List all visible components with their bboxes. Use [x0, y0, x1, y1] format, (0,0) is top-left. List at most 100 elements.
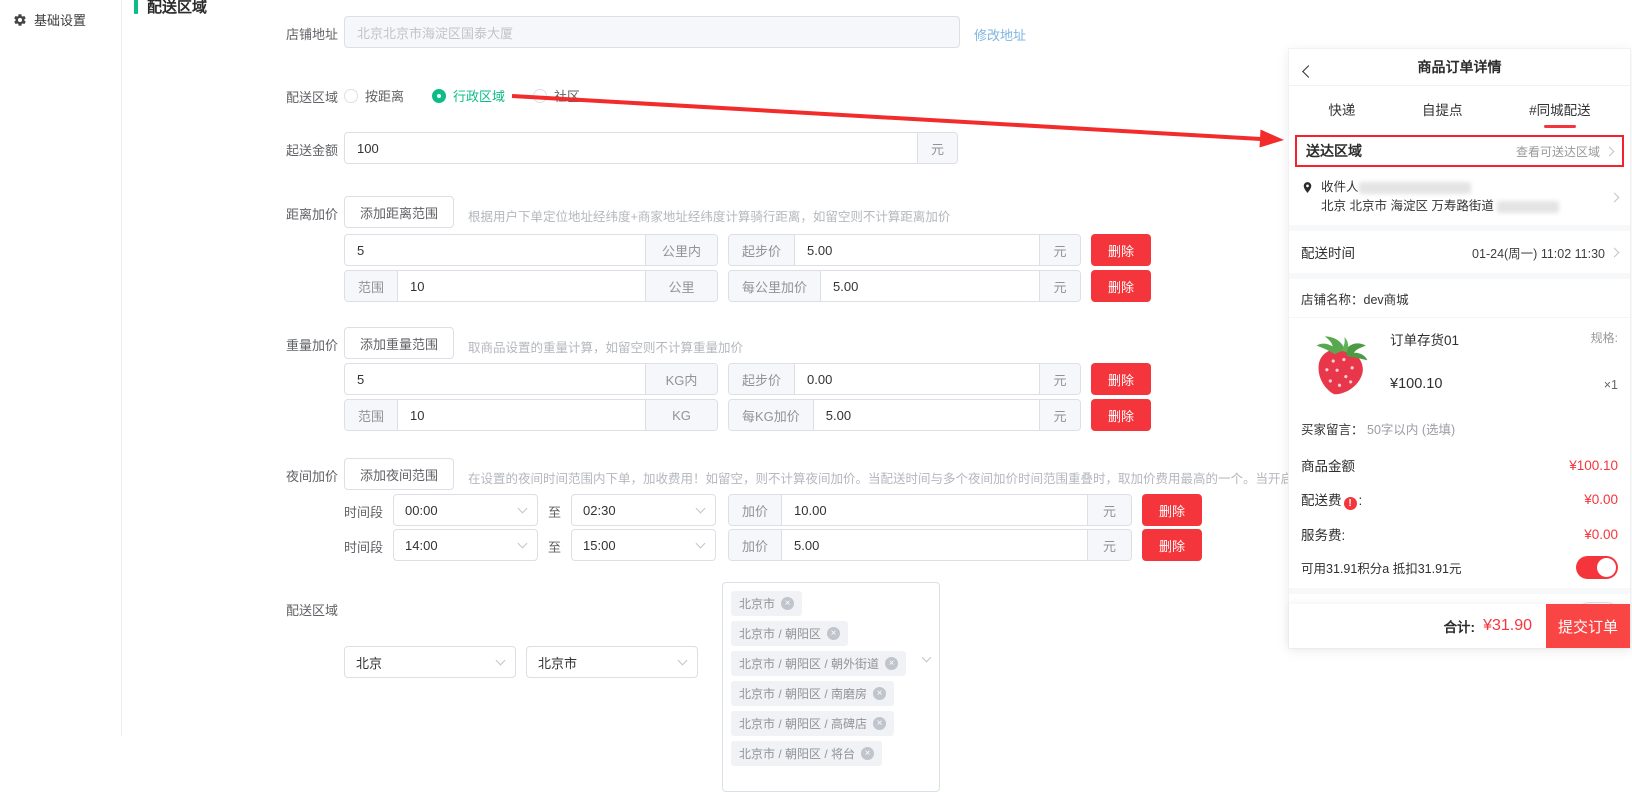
unit-yuan: 元 [1087, 530, 1131, 560]
goods-amount-label: 商品金额 [1301, 455, 1355, 475]
chevron-down-icon [696, 504, 706, 514]
delete-button[interactable]: 删除 [1142, 494, 1202, 526]
sidebar-item-basic-settings[interactable]: 基础设置 [0, 0, 121, 29]
delivery-fee-value: ¥0.00 [1584, 492, 1618, 507]
points-toggle[interactable] [1576, 556, 1618, 579]
tab-local-delivery[interactable]: #同城配送 [1527, 94, 1593, 124]
time-to-select[interactable]: 15:00 [571, 529, 716, 561]
night-header-row: 夜间加价 添加夜间范围 在设置的夜间时间范围内下单，加收费用！如留空，则不计算夜… [286, 458, 1368, 490]
weight-row: 范围 KG 每KG加价 元 删除 [344, 399, 1151, 431]
add-weight-range-button[interactable]: 添加重量范围 [344, 327, 454, 359]
unit-yuan: 元 [1039, 400, 1080, 430]
markup-label: 加价 [729, 495, 782, 525]
circle-close-icon[interactable]: × [873, 687, 886, 700]
base-price-input[interactable] [795, 364, 1039, 394]
province-select[interactable]: 北京 [344, 646, 516, 678]
distance-row: 公里内 起步价 元 删除 [344, 234, 1151, 266]
edit-address-link[interactable]: 修改地址 [974, 16, 1026, 44]
chevron-down-icon [518, 539, 528, 549]
shop-address-input[interactable] [345, 17, 959, 47]
delivery-fee-label: 配送费 [1301, 493, 1342, 508]
add-night-range-button[interactable]: 添加夜间范围 [344, 458, 454, 490]
city-select[interactable]: 北京市 [526, 646, 698, 678]
preview-header: 商品订单详情 [1289, 49, 1630, 86]
circle-close-icon[interactable]: × [781, 597, 794, 610]
product-row[interactable]: 订单存货01 ¥100.10 规格: ×1 [1289, 318, 1630, 413]
night-price-input[interactable] [782, 530, 1087, 560]
distance-range-input[interactable] [345, 235, 645, 265]
region-tag: 北京市 / 朝阳区 / 南磨房× [731, 681, 894, 706]
weight-range-input[interactable] [398, 400, 645, 430]
chevron-down-icon [696, 539, 706, 549]
radio-by-distance[interactable]: 按距离 [344, 80, 404, 105]
weight-header-row: 重量加价 添加重量范围 取商品设置的重量计算，如留空则不计算重量加价 [286, 327, 743, 359]
night-hint: 在设置的夜间时间范围内下单，加收费用！如留空，则不计算夜间加价。当配送时间与多个… [468, 458, 1368, 487]
delete-button[interactable]: 删除 [1091, 270, 1151, 302]
redacted-name [1359, 182, 1471, 194]
redacted-address [1497, 201, 1559, 213]
time-from-select[interactable]: 14:00 [393, 529, 538, 561]
to-word: 至 [548, 529, 561, 556]
delivery-fee-row: 配送费!: ¥0.00 [1289, 482, 1630, 517]
unit-yuan: 元 [1087, 495, 1131, 525]
sidebar: 基础设置 [0, 0, 122, 736]
weight-range-input[interactable] [345, 364, 645, 394]
night-price-input[interactable] [782, 495, 1087, 525]
delete-button[interactable]: 删除 [1142, 529, 1202, 561]
base-price-input[interactable] [795, 235, 1039, 265]
radio-admin-region[interactable]: 行政区域 [432, 80, 505, 105]
time-from-select[interactable]: 00:00 [393, 494, 538, 526]
region-tag: 北京市 / 朝阳区 / 高碑店× [731, 711, 894, 736]
distance-row: 范围 公里 每公里加价 元 删除 [344, 270, 1151, 302]
delivery-time-row[interactable]: 配送时间 01-24(周一) 11:02 11:30 [1289, 231, 1630, 273]
time-range-label: 时间段 [344, 494, 383, 521]
circle-close-icon[interactable]: × [827, 627, 840, 640]
unit-kg: KG [645, 400, 717, 430]
delete-button[interactable]: 删除 [1091, 363, 1151, 395]
distance-range-input[interactable] [398, 271, 645, 301]
recipient-info: 收件人 北京 北京市 海淀区 万寿路街道 [1321, 178, 1604, 216]
view-deliverable-area-link[interactable]: 查看可送达区域 [1516, 143, 1613, 160]
submit-order-button[interactable]: 提交订单 [1546, 604, 1630, 648]
shop-name-row: 店铺名称：dev商城 [1289, 279, 1630, 318]
info-icon[interactable]: ! [1344, 497, 1357, 510]
tab-pickup[interactable]: 自提点 [1420, 94, 1465, 124]
per-kg-price-label: 每KG加价 [729, 400, 814, 430]
delete-button[interactable]: 删除 [1091, 399, 1151, 431]
circle-close-icon[interactable]: × [861, 747, 874, 760]
to-word: 至 [548, 494, 561, 521]
district-multiselect[interactable]: 北京市× 北京市 / 朝阳区× 北京市 / 朝阳区 / 朝外街道× 北京市 / … [722, 582, 940, 792]
buyer-note-label: 买家留言： [1301, 423, 1364, 437]
base-price-label: 起步价 [729, 235, 795, 265]
add-distance-range-button[interactable]: 添加距离范围 [344, 196, 454, 228]
per-kg-price-input[interactable] [814, 400, 1039, 430]
recipient-address-row[interactable]: 收件人 北京 北京市 海淀区 万寿路街道 [1289, 167, 1630, 225]
per-km-price-input[interactable] [821, 271, 1039, 301]
region-tag: 北京市× [731, 591, 802, 616]
circle-close-icon[interactable]: × [873, 717, 886, 730]
recipient-address: 北京 北京市 海淀区 万寿路街道 [1321, 199, 1494, 213]
section-header: 配送区域 [134, 0, 207, 17]
radio-circle-icon [344, 89, 358, 103]
time-range-label: 时间段 [344, 529, 383, 556]
tab-express[interactable]: 快递 [1326, 94, 1357, 124]
delivery-method-tabs: 快递 自提点 #同城配送 [1289, 86, 1630, 131]
delivery-area-row[interactable]: 送达区域 查看可送达区域 [1295, 135, 1624, 167]
unit-yuan: 元 [1039, 271, 1080, 301]
unit-yuan: 元 [917, 133, 957, 163]
product-spec-label: 规格: [1591, 329, 1618, 346]
night-label: 夜间加价 [286, 458, 344, 485]
min-amount-input[interactable] [345, 133, 917, 163]
delivery-time-value[interactable]: 01-24(周一) 11:02 11:30 [1472, 243, 1618, 262]
circle-close-icon[interactable]: × [885, 657, 898, 670]
time-to-select[interactable]: 02:30 [571, 494, 716, 526]
back-button[interactable] [1304, 63, 1313, 79]
radio-community[interactable]: 社区 [533, 80, 580, 105]
preview-title: 商品订单详情 [1418, 57, 1502, 77]
buyer-note-row[interactable]: 买家留言： 50字以内 (选填) [1289, 413, 1630, 448]
points-row: 可用31.91积分a 抵扣31.91元 [1289, 551, 1630, 588]
service-fee-label: 服务费: [1301, 524, 1345, 544]
delete-button[interactable]: 删除 [1091, 234, 1151, 266]
weight-hint: 取商品设置的重量计算，如留空则不计算重量加价 [468, 327, 743, 356]
weight-row: KG内 起步价 元 删除 [344, 363, 1151, 395]
